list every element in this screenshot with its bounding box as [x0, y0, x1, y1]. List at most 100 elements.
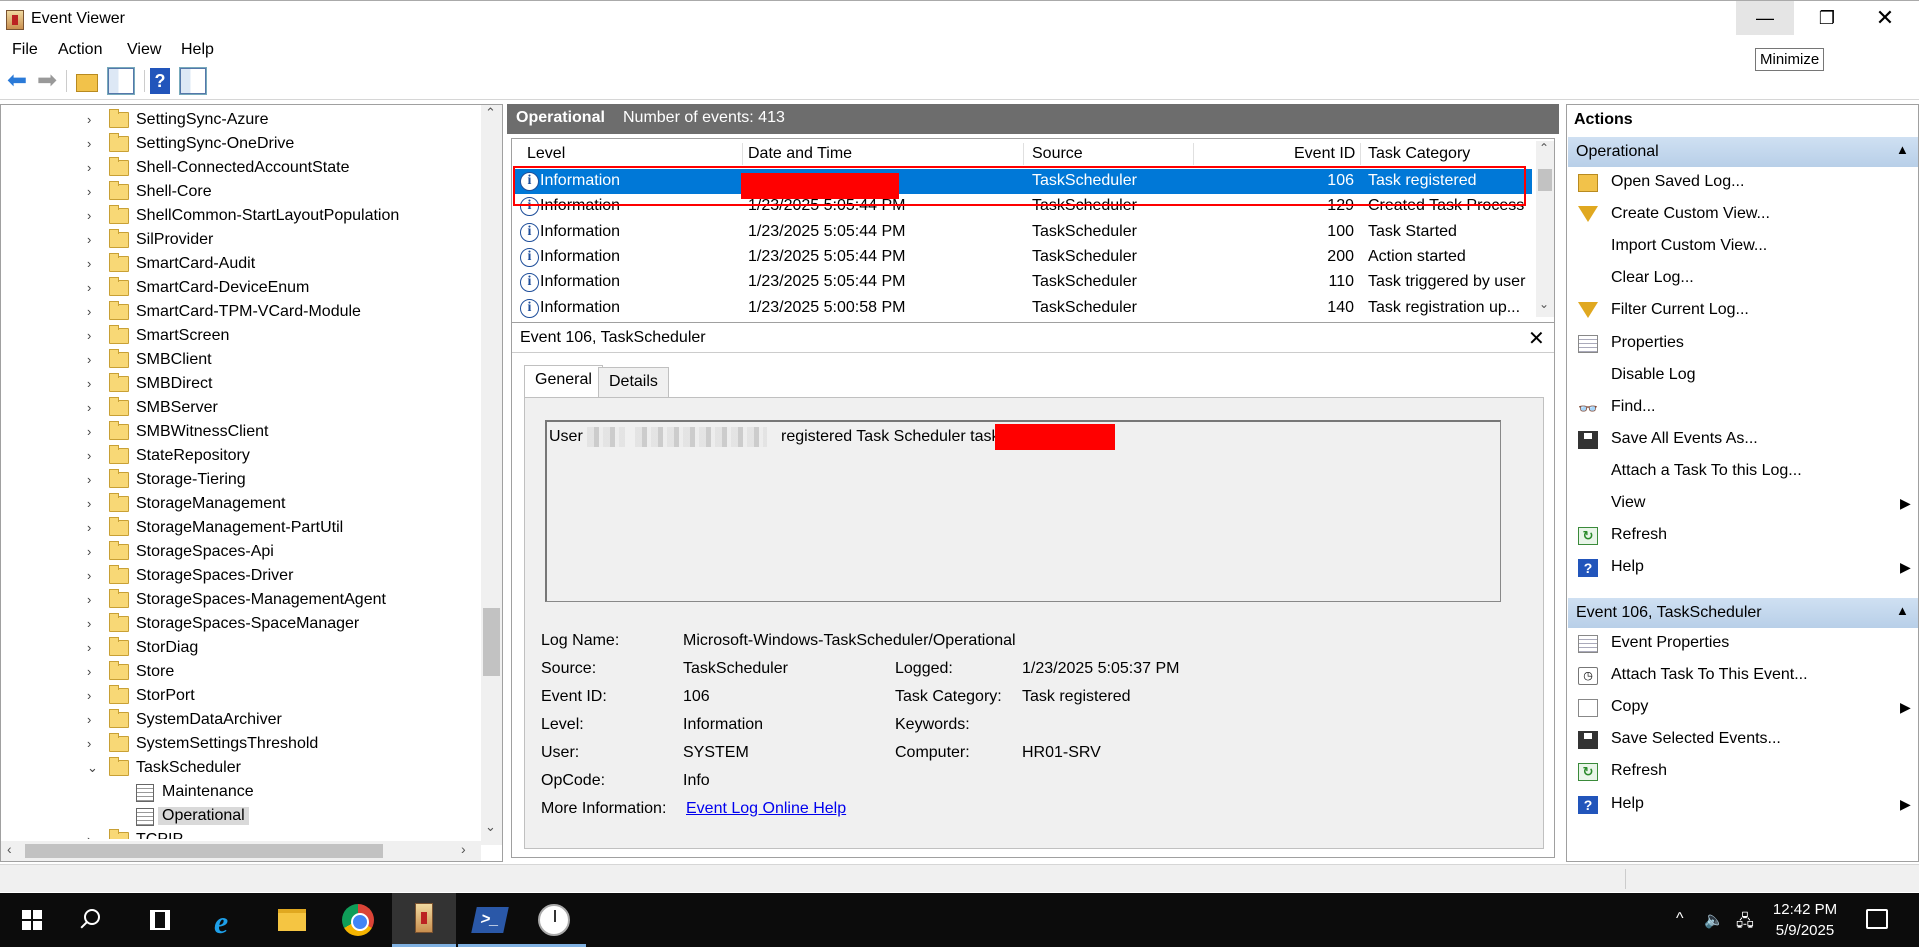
chevron-right-icon[interactable]: › — [87, 352, 101, 367]
chevron-right-icon[interactable]: › — [87, 304, 101, 319]
tree-item[interactable]: › SMBServer — [1, 397, 481, 421]
chevron-right-icon[interactable]: › — [87, 616, 101, 631]
tree-item[interactable]: › StorPort — [1, 685, 481, 709]
internet-explorer-button[interactable]: e — [196, 893, 260, 947]
event-log-online-help-link[interactable]: Event Log Online Help — [686, 800, 846, 818]
event-row[interactable]: i Information 1/23/2025 5:05:44 PM TaskSche… — [514, 220, 1532, 245]
scrollbar-thumb[interactable] — [25, 844, 383, 858]
tree-item[interactable]: › SMBDirect — [1, 373, 481, 397]
event-row[interactable]: i Information 1/23/2025 5:00:58 PM TaskSche… — [514, 296, 1532, 321]
tree-item[interactable]: › StorageSpaces-SpaceManager — [1, 613, 481, 637]
tree-item[interactable]: › SmartCard-Audit — [1, 253, 481, 277]
powershell-button[interactable]: >_ — [458, 893, 522, 947]
task-scheduler-button[interactable] — [522, 893, 586, 947]
chevron-right-icon[interactable]: › — [87, 112, 101, 127]
chevron-right-icon[interactable]: › — [87, 280, 101, 295]
tree-item[interactable]: › SMBClient — [1, 349, 481, 373]
chevron-right-icon[interactable]: › — [87, 448, 101, 463]
scroll-left-icon[interactable]: ‹ — [7, 841, 12, 857]
chevron-right-icon[interactable]: › — [87, 400, 101, 415]
chevron-down-icon[interactable]: ⌄ — [87, 760, 101, 776]
action-event-properties[interactable]: Event Properties — [1568, 630, 1918, 658]
chevron-right-icon[interactable]: › — [87, 232, 101, 247]
forward-arrow-icon[interactable]: ➡ — [34, 68, 60, 94]
scrollbar-thumb[interactable] — [483, 608, 500, 676]
tree-item[interactable]: › StateRepository — [1, 445, 481, 469]
event-row[interactable]: i Information 1/23/2025 5:05:44 PM TaskSche… — [514, 270, 1532, 295]
action-open-saved-log[interactable]: Open Saved Log... — [1568, 169, 1918, 197]
collapse-icon[interactable]: ▲ — [1896, 603, 1909, 618]
event-viewer-taskbar-button[interactable] — [392, 893, 456, 947]
back-arrow-icon[interactable]: ⬅ — [4, 68, 30, 94]
tab-general[interactable]: General — [524, 365, 603, 397]
chevron-right-icon[interactable]: › — [87, 496, 101, 511]
chevron-right-icon[interactable]: › — [87, 184, 101, 199]
column-task-category[interactable]: Task Category — [1368, 145, 1470, 163]
chevron-right-icon[interactable]: › — [87, 640, 101, 655]
tree-item[interactable]: › SmartCard-DeviceEnum — [1, 277, 481, 301]
action-properties[interactable]: Properties — [1568, 330, 1918, 358]
tree-item[interactable]: › SystemSettingsThreshold — [1, 733, 481, 757]
tree-item[interactable]: › ShellCommon-StartLayoutPopulation — [1, 205, 481, 229]
action-copy[interactable]: Copy ▶ — [1568, 694, 1918, 722]
open-folder-icon[interactable] — [76, 74, 98, 92]
chrome-button[interactable] — [326, 893, 390, 947]
chevron-right-icon[interactable]: › — [87, 424, 101, 439]
action-help[interactable]: ? Help ▶ — [1568, 554, 1918, 582]
scroll-up-icon[interactable]: ⌃ — [1539, 141, 1549, 155]
action-refresh[interactable]: ↻ Refresh — [1568, 522, 1918, 550]
action-save-selected-events[interactable]: Save Selected Events... — [1568, 726, 1918, 754]
action-clear-log[interactable]: Clear Log... — [1568, 265, 1918, 293]
search-button[interactable] — [62, 893, 126, 947]
event-row[interactable]: i Information 1/23/2025 5:05:44 PM TaskSche… — [514, 245, 1532, 270]
action-attach-a-task-to-this-log[interactable]: Attach a Task To this Log... — [1568, 458, 1918, 486]
action-create-custom-view[interactable]: Create Custom View... — [1568, 201, 1918, 229]
tree-item[interactable]: › SilProvider — [1, 229, 481, 253]
column-event-id[interactable]: Event ID — [1294, 145, 1355, 163]
chevron-right-icon[interactable]: › — [87, 520, 101, 535]
chevron-right-icon[interactable]: › — [87, 688, 101, 703]
taskbar-clock[interactable]: 12:42 PM 5/9/2025 — [1760, 899, 1850, 941]
column-level[interactable]: Level — [527, 145, 565, 163]
action-attach-task-to-this-event[interactable]: ◷ Attach Task To This Event... — [1568, 662, 1918, 690]
chevron-right-icon[interactable]: › — [87, 592, 101, 607]
tree-item[interactable]: › Shell-Core — [1, 181, 481, 205]
event-list-scrollbar[interactable]: ⌃ ⌄ — [1536, 141, 1554, 317]
restore-button[interactable]: ❐ — [1798, 1, 1856, 35]
action-view[interactable]: View ▶ — [1568, 490, 1918, 518]
show-hide-action-pane-icon[interactable] — [179, 67, 207, 95]
action-find[interactable]: 👓 Find... — [1568, 394, 1918, 422]
detail-close-icon[interactable]: ✕ — [1528, 326, 1545, 351]
file-explorer-button[interactable] — [260, 893, 324, 947]
chevron-right-icon[interactable]: › — [87, 472, 101, 487]
actions-section-operational[interactable]: Operational ▲ — [1568, 137, 1918, 167]
tree-item[interactable]: › StorageSpaces-ManagementAgent — [1, 589, 481, 613]
tree-item[interactable]: › Store — [1, 661, 481, 685]
minimize-button[interactable]: — — [1736, 1, 1794, 35]
actions-section-event[interactable]: Event 106, TaskScheduler ▲ — [1568, 598, 1918, 628]
network-icon[interactable]: 🖧 — [1736, 910, 1754, 937]
tree-item[interactable]: › StorageManagement — [1, 493, 481, 517]
tree-item[interactable]: › Shell-ConnectedAccountState — [1, 157, 481, 181]
tree-item[interactable]: › SmartScreen — [1, 325, 481, 349]
chevron-right-icon[interactable]: › — [87, 376, 101, 391]
action-filter-current-log[interactable]: Filter Current Log... — [1568, 297, 1918, 325]
scroll-up-icon[interactable]: ⌃ — [485, 105, 496, 121]
scrollbar-thumb[interactable] — [1538, 169, 1552, 191]
scroll-right-icon[interactable]: › — [461, 841, 466, 857]
menu-view[interactable]: View — [127, 41, 161, 59]
chevron-right-icon[interactable]: › — [87, 328, 101, 343]
chevron-right-icon[interactable]: › — [87, 160, 101, 175]
tree-horizontal-scrollbar[interactable]: ‹ › — [1, 841, 481, 861]
tray-chevron-icon[interactable]: ^ — [1676, 910, 1684, 928]
start-button[interactable] — [0, 893, 64, 947]
event-description-box[interactable]: User registered Task Scheduler task — [545, 420, 1501, 602]
tree-item[interactable]: › StorDiag — [1, 637, 481, 661]
tree-item[interactable]: › SettingSync-Azure — [1, 109, 481, 133]
chevron-right-icon[interactable]: › — [87, 208, 101, 223]
chevron-right-icon[interactable]: › — [87, 136, 101, 151]
show-hide-tree-icon[interactable] — [107, 67, 135, 95]
chevron-right-icon[interactable]: › — [87, 256, 101, 271]
chevron-right-icon[interactable]: › — [87, 712, 101, 727]
tree-item[interactable]: › Storage-Tiering — [1, 469, 481, 493]
